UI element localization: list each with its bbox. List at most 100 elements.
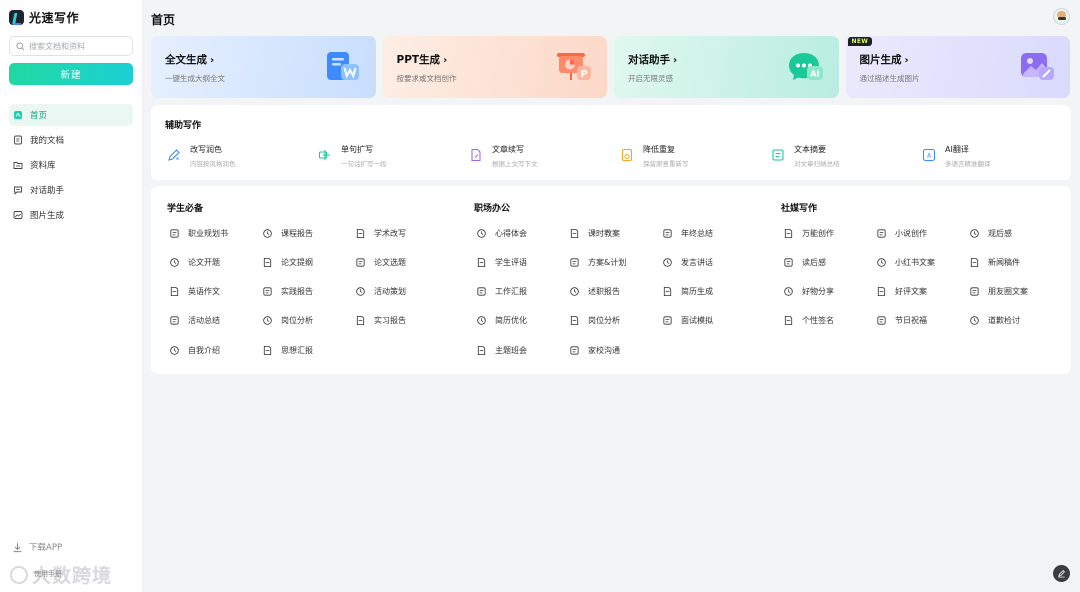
- tool-label: 主题班会: [495, 345, 527, 355]
- aux-tool-expand[interactable]: 单句扩写 一句话扩写一段: [318, 144, 387, 168]
- sidebar-item-image[interactable]: 图片生成: [9, 204, 133, 226]
- tool-item[interactable]: 个性签名: [783, 313, 834, 327]
- word-doc-icon: [326, 52, 359, 80]
- tool-item[interactable]: 学生评语: [476, 255, 527, 269]
- tool-item[interactable]: 小说创作: [876, 226, 927, 240]
- tool-label: 论文提纲: [281, 257, 313, 267]
- tool-item[interactable]: 思想汇报: [262, 343, 313, 357]
- tool-item[interactable]: 主题班会: [476, 343, 527, 357]
- tool-item[interactable]: 课程报告: [262, 226, 313, 240]
- tool-icon: [663, 286, 672, 296]
- download-app-link[interactable]: 下载APP: [12, 541, 62, 553]
- tool-item[interactable]: 家校沟通: [569, 343, 620, 357]
- tool-item[interactable]: 方案&计划: [569, 255, 626, 269]
- tool-item[interactable]: 简历优化: [476, 313, 527, 327]
- tool-item[interactable]: 活动策划: [355, 284, 406, 298]
- ai-chat-icon: AI: [788, 53, 823, 80]
- tool-item[interactable]: 发言讲话: [662, 255, 713, 269]
- feature-cards: 全文生成 › 一键生成大纲全文 PPT生成 › 按要求或文档创作 P 对话助手 › 开…: [151, 36, 1071, 98]
- tool-icon: [477, 315, 486, 325]
- tool-label: 好物分享: [802, 286, 834, 296]
- tool-label: 个性签名: [802, 315, 834, 325]
- tool-item[interactable]: 实习报告: [355, 313, 406, 327]
- tool-item[interactable]: 好物分享: [783, 284, 834, 298]
- tool-label: 简历优化: [495, 315, 527, 325]
- tool-label: 万能创作: [802, 228, 834, 238]
- tool-item[interactable]: 心得体会: [476, 226, 527, 240]
- tool-label: 简历生成: [681, 286, 713, 296]
- tool-item[interactable]: 简历生成: [662, 284, 713, 298]
- aux-tool-rewrite[interactable]: 改写润色 内容按风格润色: [167, 144, 236, 168]
- tool-label: 节日祝福: [895, 315, 927, 325]
- tool-item[interactable]: 论文开题: [169, 255, 220, 269]
- tool-item[interactable]: 万能创作: [783, 226, 834, 240]
- tool-item[interactable]: 学术改写: [355, 226, 406, 240]
- tool-item[interactable]: 节日祝福: [876, 313, 927, 327]
- card-image-generation[interactable]: NEW 图片生成 › 通过描述生成图片: [845, 36, 1070, 98]
- new-button[interactable]: 新建: [9, 63, 133, 85]
- tool-label: 论文选题: [374, 257, 406, 267]
- tool-icon: [877, 286, 886, 296]
- download-label: 下载APP: [29, 543, 63, 553]
- tool-item[interactable]: 道歉检讨: [969, 313, 1020, 327]
- card-chat-assistant[interactable]: 对话助手 › 开启无限灵感 AI: [614, 36, 839, 98]
- aux-tool-name: 单句扩写: [341, 145, 373, 154]
- tool-item[interactable]: 岗位分析: [262, 313, 313, 327]
- aux-tool-name: 文本摘要: [794, 145, 826, 154]
- sidebar-item-chat[interactable]: 对话助手: [9, 179, 133, 201]
- tool-item[interactable]: 观后感: [969, 226, 1012, 240]
- tool-item[interactable]: 职业规划书: [169, 226, 228, 240]
- tool-icon: [970, 228, 979, 238]
- card-full-text[interactable]: 全文生成 › 一键生成大纲全文: [151, 36, 376, 98]
- tool-item[interactable]: 活动总结: [169, 313, 220, 327]
- search-box[interactable]: [9, 36, 133, 56]
- aux-tool-continue[interactable]: 文章续写 根据上文写下文: [469, 144, 538, 168]
- feedback-button[interactable]: [1053, 565, 1070, 582]
- tool-item[interactable]: 英语作文: [169, 284, 220, 298]
- tool-icon: [970, 315, 979, 325]
- tool-label: 朋友圈文案: [988, 286, 1028, 296]
- manual-link[interactable]: 使用手册: [34, 569, 62, 579]
- sidebar-item-documents[interactable]: 我的文档: [9, 129, 133, 151]
- tool-icon: [877, 315, 886, 325]
- dedupe-icon: [621, 148, 633, 162]
- sidebar-item-label: 我的文档: [30, 136, 65, 146]
- tool-item[interactable]: 论文提纲: [262, 255, 313, 269]
- tool-icon: [784, 257, 793, 267]
- tool-icon: [170, 228, 179, 238]
- tool-icon: [784, 228, 793, 238]
- tool-item[interactable]: 面试模拟: [662, 313, 713, 327]
- tool-item[interactable]: 小红书文案: [876, 255, 935, 269]
- tool-item[interactable]: 读后感: [783, 255, 826, 269]
- section-title-social: 社媒写作: [781, 201, 826, 214]
- tool-label: 实践报告: [281, 286, 313, 296]
- tool-item[interactable]: 岗位分析: [569, 313, 620, 327]
- aux-tool-summary[interactable]: 文本摘要 对文章归纳总结: [771, 144, 840, 168]
- app-logo[interactable]: 光速写作: [9, 9, 79, 25]
- card-ppt[interactable]: PPT生成 › 按要求或文档创作 P: [382, 36, 607, 98]
- tool-item[interactable]: 年终总结: [662, 226, 713, 240]
- tool-item[interactable]: 工作汇报: [476, 284, 527, 298]
- tool-item[interactable]: 朋友圈文案: [969, 284, 1028, 298]
- tool-icon: [663, 228, 672, 238]
- search-input[interactable]: [29, 41, 129, 51]
- tool-icon: [570, 257, 579, 267]
- tool-item[interactable]: 述职报告: [569, 284, 620, 298]
- tool-item[interactable]: 实践报告: [262, 284, 313, 298]
- tool-icon: [570, 286, 579, 296]
- tool-icon: [663, 257, 672, 267]
- tool-item[interactable]: 新闻稿件: [969, 255, 1020, 269]
- aux-tool-translate[interactable]: A AI翻译 多语言精准翻译: [922, 144, 991, 168]
- tool-label: 实习报告: [374, 315, 406, 325]
- sidebar-item-library[interactable]: 资料库: [9, 154, 133, 176]
- tool-item[interactable]: 论文选题: [355, 255, 406, 269]
- aux-tool-dedupe[interactable]: 降低重复 保留原意重新写: [620, 144, 689, 168]
- tool-item[interactable]: 好评文案: [876, 284, 927, 298]
- avatar[interactable]: [1053, 8, 1070, 25]
- sidebar-item-label: 首页: [30, 111, 48, 121]
- sidebar-item-home[interactable]: 首页: [9, 104, 133, 126]
- summary-icon: [772, 149, 784, 161]
- tool-item[interactable]: 课时教案: [569, 226, 620, 240]
- tool-label: 新闻稿件: [988, 257, 1020, 267]
- tool-item[interactable]: 自我介绍: [169, 343, 220, 357]
